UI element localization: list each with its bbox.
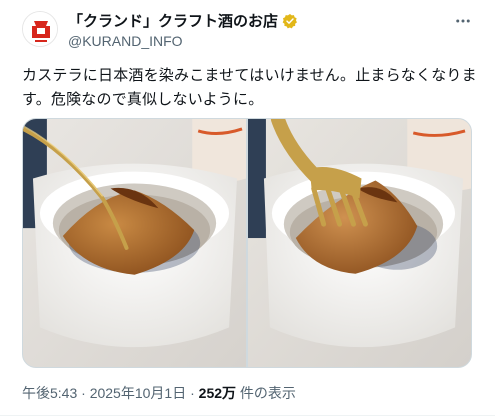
tweet-date[interactable]: 2025年10月1日 (90, 385, 187, 401)
handle[interactable]: @KURAND_INFO (68, 33, 183, 49)
media-grid (22, 118, 472, 368)
more-dots-icon (456, 19, 470, 23)
display-name[interactable]: 「クランド」クラフト酒のお店 (68, 10, 278, 31)
meta-separator-2: · (190, 385, 195, 401)
photo-castella-fork-image (248, 119, 471, 367)
meta-separator: · (81, 385, 86, 401)
more-options-button[interactable] (452, 10, 474, 32)
name-row: 「クランド」クラフト酒のお店 (68, 10, 298, 31)
verified-gold-badge-icon[interactable] (282, 13, 298, 29)
views-count: 252万 (198, 385, 237, 401)
photo-castella-spoon-image (23, 119, 246, 367)
avatar[interactable] (22, 11, 58, 47)
photo-castella-fork[interactable] (248, 119, 471, 367)
tweet-time[interactable]: 午後5:43 (22, 385, 77, 401)
tweet-text: カステラに日本酒を染みこませてはいけません。止まらなくなります。危険なので真似し… (22, 67, 477, 108)
tweet-card: 「クランド」クラフト酒のお店 @KURAND_INFO カステラに日本酒を染みこ… (0, 0, 495, 416)
kurand-logo-icon (23, 12, 57, 46)
tweet-meta: 午後5:43 · 2025年10月1日 · 252万 件の表示 (22, 383, 296, 403)
photo-castella-spoon[interactable] (23, 119, 246, 367)
views-label: 件の表示 (239, 385, 296, 401)
